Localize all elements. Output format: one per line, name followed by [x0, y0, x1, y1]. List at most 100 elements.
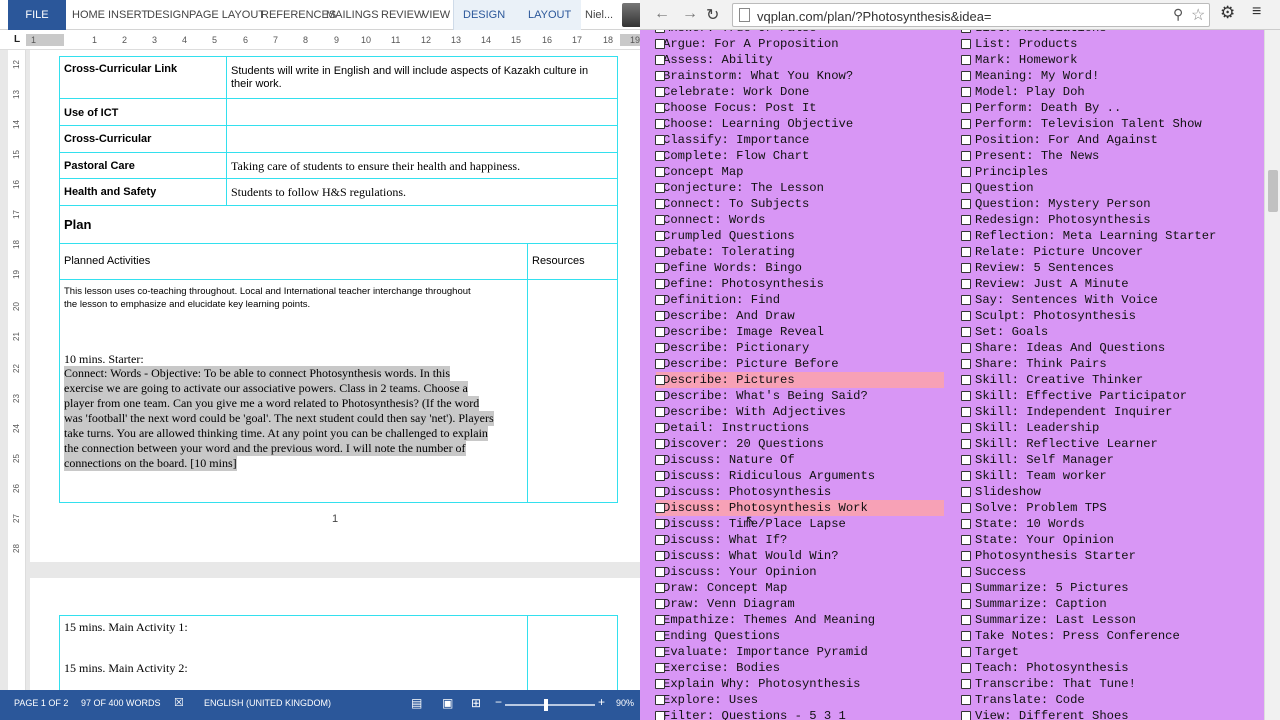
idea-item[interactable]: Review: 5 Sentences: [960, 260, 1260, 276]
checkbox[interactable]: [655, 183, 665, 193]
checkbox[interactable]: [655, 295, 665, 305]
idea-item[interactable]: Perform: Death By ..: [960, 100, 1260, 116]
idea-item[interactable]: Skill: Effective Participator: [960, 388, 1260, 404]
tab-review[interactable]: REVIEW: [381, 9, 424, 21]
checkbox[interactable]: [655, 39, 665, 49]
table-cell[interactable]: [527, 615, 618, 695]
document-page[interactable]: 15 mins. Main Activity 1: 15 mins. Main …: [30, 578, 640, 695]
idea-item[interactable]: Definition: Find: [655, 292, 956, 308]
checkbox[interactable]: [655, 615, 665, 625]
checkbox[interactable]: [961, 391, 971, 401]
idea-item[interactable]: Describe: Pictionary: [655, 340, 956, 356]
idea-item[interactable]: State: Your Opinion: [960, 532, 1260, 548]
idea-item[interactable]: Explore: Uses: [655, 692, 956, 708]
checkbox[interactable]: [655, 30, 665, 33]
checkbox[interactable]: [655, 151, 665, 161]
checkbox[interactable]: [655, 247, 665, 257]
idea-item[interactable]: Explain Why: Photosynthesis: [655, 676, 956, 692]
document-page[interactable]: Cross-Curricular Link Students will writ…: [30, 50, 640, 562]
checkbox[interactable]: [655, 711, 665, 720]
idea-item[interactable]: Describe: Pictures: [655, 372, 944, 388]
checkbox[interactable]: [655, 103, 665, 113]
back-icon[interactable]: ←: [654, 5, 670, 23]
vertical-ruler[interactable]: 12 13 14 15 16 17 18 19 20 21 22 23 24 2…: [8, 50, 26, 690]
checkbox[interactable]: [961, 455, 971, 465]
checkbox[interactable]: [961, 231, 971, 241]
checkbox[interactable]: [961, 679, 971, 689]
checkbox[interactable]: [961, 263, 971, 273]
idea-item[interactable]: Describe: Image Reveal: [655, 324, 956, 340]
idea-item[interactable]: Perform: Television Talent Show: [960, 116, 1260, 132]
print-layout-icon[interactable]: ▣: [442, 696, 453, 710]
idea-item[interactable]: Argue: For A Proposition: [655, 36, 956, 52]
idea-item[interactable]: Mark: Homework: [960, 52, 1260, 68]
idea-item[interactable]: Skill: Team worker: [960, 468, 1260, 484]
idea-item[interactable]: Discuss: Photosynthesis: [655, 484, 956, 500]
idea-item[interactable]: Discuss: Ridiculous Arguments: [655, 468, 956, 484]
checkbox[interactable]: [961, 567, 971, 577]
zoom-slider[interactable]: [505, 704, 595, 706]
idea-item[interactable]: Describe: With Adjectives: [655, 404, 956, 420]
idea-item[interactable]: Summarize: Last Lesson: [960, 612, 1260, 628]
idea-item[interactable]: Crumpled Questions: [655, 228, 956, 244]
idea-item[interactable]: Target: [960, 644, 1260, 660]
read-mode-icon[interactable]: ▤: [411, 696, 422, 710]
checkbox[interactable]: [655, 471, 665, 481]
checkbox[interactable]: [655, 647, 665, 657]
idea-item[interactable]: Conjecture: The Lesson: [655, 180, 956, 196]
checkbox[interactable]: [961, 599, 971, 609]
idea-item[interactable]: Debate: Tolerating: [655, 244, 956, 260]
zoom-slider-thumb[interactable]: [544, 699, 548, 711]
scrollbar[interactable]: [1264, 30, 1280, 720]
checkbox[interactable]: [655, 663, 665, 673]
idea-item[interactable]: Set: Goals: [960, 324, 1260, 340]
idea-item[interactable]: Slideshow: [960, 484, 1260, 500]
idea-item[interactable]: Connect: Words: [655, 212, 956, 228]
idea-item[interactable]: Relate: Picture Uncover: [960, 244, 1260, 260]
checkbox[interactable]: [655, 423, 665, 433]
idea-item[interactable]: Transcribe: That Tune!: [960, 676, 1260, 692]
table-cell[interactable]: [527, 279, 618, 503]
checkbox[interactable]: [655, 279, 665, 289]
checkbox[interactable]: [961, 647, 971, 657]
checkbox[interactable]: [961, 487, 971, 497]
checkbox[interactable]: [655, 567, 665, 577]
idea-item[interactable]: Filter: Questions - 5 3 1: [655, 708, 956, 720]
checkbox[interactable]: [655, 455, 665, 465]
idea-item[interactable]: Complete: Flow Chart: [655, 148, 956, 164]
idea-item[interactable]: Celebrate: Work Done: [655, 84, 956, 100]
checkbox[interactable]: [961, 327, 971, 337]
tab-home[interactable]: HOME: [72, 9, 105, 21]
checkbox[interactable]: [655, 311, 665, 321]
idea-item[interactable]: Detail: Instructions: [655, 420, 956, 436]
idea-item[interactable]: Present: The News: [960, 148, 1260, 164]
checkbox[interactable]: [961, 471, 971, 481]
bookmark-star-icon[interactable]: ☆: [1191, 5, 1205, 25]
checkbox[interactable]: [961, 695, 971, 705]
selected-text-line[interactable]: was 'football' the next word could be 'g…: [64, 411, 494, 426]
checkbox[interactable]: [961, 199, 971, 209]
checkbox[interactable]: [655, 551, 665, 561]
checkbox[interactable]: [655, 55, 665, 65]
checkbox[interactable]: [655, 135, 665, 145]
checkbox[interactable]: [655, 391, 665, 401]
menu-icon[interactable]: ≡: [1252, 3, 1261, 21]
checkbox[interactable]: [655, 439, 665, 449]
tab-references[interactable]: REFERENCES: [261, 9, 336, 21]
idea-item[interactable]: Draw: Venn Diagram: [655, 596, 956, 612]
idea-item[interactable]: Assess: Ability: [655, 52, 956, 68]
checkbox[interactable]: [961, 279, 971, 289]
tab-insert[interactable]: INSERT: [108, 9, 148, 21]
checkbox[interactable]: [961, 615, 971, 625]
checkbox[interactable]: [961, 183, 971, 193]
checkbox[interactable]: [961, 663, 971, 673]
page-count[interactable]: PAGE 1 OF 2: [14, 698, 68, 708]
checkbox[interactable]: [655, 375, 665, 385]
checkbox[interactable]: [961, 30, 971, 33]
checkbox[interactable]: [961, 311, 971, 321]
tab-page-layout[interactable]: PAGE LAYOUT: [189, 9, 265, 21]
checkbox[interactable]: [655, 327, 665, 337]
idea-item[interactable]: Translate: Code: [960, 692, 1260, 708]
idea-item[interactable]: Draw: Concept Map: [655, 580, 956, 596]
idea-item[interactable]: Question: [960, 180, 1260, 196]
